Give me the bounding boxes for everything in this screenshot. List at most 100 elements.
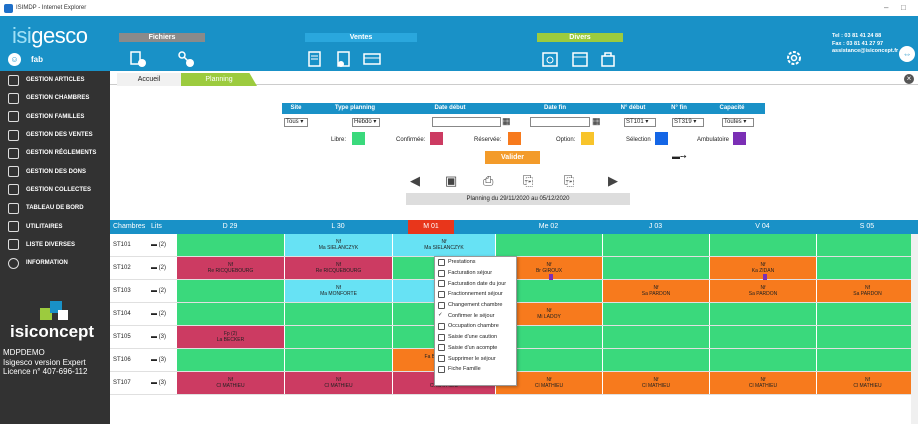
planning-cell[interactable]: [284, 326, 392, 348]
capacite-select[interactable]: Toutes ▾: [722, 118, 754, 127]
close-icon[interactable]: ×: [904, 74, 914, 84]
planning-cell[interactable]: NfCl MATHIEU: [709, 372, 816, 394]
calendar-icon[interactable]: [570, 49, 590, 69]
planning-cell[interactable]: NfCl MATHIEU: [602, 372, 709, 394]
sidebar-item-familles[interactable]: GESTION FAMILLES: [0, 108, 110, 126]
menu-acompte[interactable]: Saisie d'un acompte: [435, 343, 516, 354]
planning-cell[interactable]: [816, 234, 918, 256]
menu-confirmer[interactable]: ✓ Confirmer le séjour: [435, 310, 516, 321]
planning-cell[interactable]: NfCl MATHIEU: [176, 372, 284, 394]
planning-cell[interactable]: [602, 349, 709, 371]
planning-cell[interactable]: [176, 234, 284, 256]
planning-cell[interactable]: [602, 303, 709, 325]
sidebar-item-collectes[interactable]: GESTION COLLECTES: [0, 181, 110, 199]
add-file-icon[interactable]: [128, 49, 148, 69]
planning-cell[interactable]: NfCl MATHIEU: [284, 372, 392, 394]
calendar-clock-icon[interactable]: [540, 49, 560, 69]
date-fin-input[interactable]: [530, 117, 590, 127]
print-icon[interactable]: ⎙: [483, 173, 493, 189]
room-number[interactable]: ST105: [113, 326, 131, 349]
planning-cell[interactable]: Nf Ma SIELANCZYK: [392, 234, 495, 256]
menu-fiche-famille[interactable]: Fiche Famille: [435, 364, 516, 375]
planning-cell[interactable]: [495, 234, 602, 256]
sales-doc-icon[interactable]: [305, 49, 325, 69]
planning-cell[interactable]: [816, 257, 918, 279]
menu-occupation[interactable]: Occupation chambre: [435, 321, 516, 332]
room-number[interactable]: ST104: [113, 303, 131, 326]
planning-cell[interactable]: Nf Sa PARDON: [709, 280, 816, 302]
planning-cell[interactable]: [602, 234, 709, 256]
planning-cell[interactable]: Nf Ma SIELANCZYK: [284, 234, 392, 256]
menu-supprimer[interactable]: Supprimer le séjour: [435, 353, 516, 364]
sidebar-item-articles[interactable]: GESTION ARTICLES: [0, 71, 110, 89]
planning-cell[interactable]: Nf Sa PARDON: [602, 280, 709, 302]
user-badge[interactable]: ☺ fab: [8, 53, 43, 66]
next-week-icon[interactable]: ▶: [608, 173, 618, 189]
grid-scrollbar[interactable]: [911, 234, 918, 424]
planning-cell[interactable]: [816, 303, 918, 325]
menu-facturation-date[interactable]: Facturation date du jour: [435, 278, 516, 289]
sidebar-item-tableau[interactable]: TABLEAU DE BORD: [0, 199, 110, 217]
planning-cell[interactable]: Nf Re RICQUEBOURG: [284, 257, 392, 279]
menu-facturation-sejour[interactable]: Facturation séjour: [435, 268, 516, 279]
planning-cell[interactable]: [176, 303, 284, 325]
date-debut-input[interactable]: [432, 117, 501, 127]
sidebar-item-ventes[interactable]: GESTION DES VENTES: [0, 126, 110, 144]
planning-cell[interactable]: [709, 234, 816, 256]
room-number[interactable]: ST101: [113, 234, 131, 257]
valider-button[interactable]: Valider: [485, 151, 540, 164]
maximize-button[interactable]: □: [901, 3, 906, 12]
planning-cell[interactable]: [709, 303, 816, 325]
planning-cell[interactable]: [602, 257, 709, 279]
planning-cell[interactable]: NfCl MATHIEU: [816, 372, 918, 394]
sidebar-item-listes[interactable]: LISTE DIVERSES: [0, 236, 110, 254]
planning-cell[interactable]: [816, 349, 918, 371]
add-key-icon[interactable]: [176, 49, 196, 69]
tab-accueil[interactable]: Accueil: [117, 73, 181, 86]
teamviewer-icon[interactable]: ⇔: [899, 46, 915, 62]
payment-icon[interactable]: [362, 49, 382, 69]
num-debut-select[interactable]: ST101 ▾: [624, 118, 656, 127]
export-icon[interactable]: ⎘: [523, 173, 533, 189]
type-planning-select[interactable]: Hebdo ▾: [352, 118, 380, 127]
site-select[interactable]: Tous ▾: [284, 118, 308, 127]
planning-cell[interactable]: [176, 280, 284, 302]
minimize-button[interactable]: –: [884, 3, 888, 12]
export-alt-icon[interactable]: ⎘: [564, 173, 574, 189]
sales-list-icon[interactable]: [334, 49, 354, 69]
planning-cell[interactable]: Nf Re RICQUEBOURG: [176, 257, 284, 279]
planning-cell[interactable]: Nf Sa PARDON: [816, 280, 918, 302]
planning-cell[interactable]: [284, 303, 392, 325]
planning-cell[interactable]: [284, 349, 392, 371]
planning-cell[interactable]: [602, 326, 709, 348]
sidebar-item-information[interactable]: INFORMATION: [0, 254, 110, 272]
date-fin-calendar-icon[interactable]: ▦: [592, 116, 601, 127]
sidebar-item-chambres[interactable]: GESTION CHAMBRES: [0, 89, 110, 107]
planning-cell[interactable]: Nf Ma MONFORTE: [284, 280, 392, 302]
previous-week-icon[interactable]: ◀: [410, 173, 420, 189]
num-fin-select[interactable]: ST319 ▾: [672, 118, 704, 127]
planning-cell[interactable]: [709, 326, 816, 348]
calendar-clock-nav-icon[interactable]: ▣: [445, 173, 457, 189]
planning-cell[interactable]: Fp (2) La BECKER: [176, 326, 284, 348]
planning-cell[interactable]: [176, 349, 284, 371]
room-number[interactable]: ST103: [113, 280, 131, 303]
settings-gear-icon[interactable]: [784, 48, 804, 68]
room-number[interactable]: ST107: [113, 372, 131, 395]
contact-email[interactable]: assistance@isiconcept.fr: [832, 48, 898, 56]
shopping-bag-icon[interactable]: [598, 49, 618, 69]
tab-planning[interactable]: Planning: [181, 73, 257, 86]
sidebar-item-dons[interactable]: GESTION DES DONS: [0, 162, 110, 180]
date-debut-calendar-icon[interactable]: ▦: [502, 116, 511, 127]
menu-changement-chambre[interactable]: Changement chambre: [435, 300, 516, 311]
menu-prestations[interactable]: Prestations: [435, 257, 516, 268]
sidebar-item-utilitaires[interactable]: UTILITAIRES: [0, 217, 110, 235]
planning-cell[interactable]: Nf Ka ZIDAN: [709, 257, 816, 281]
menu-caution[interactable]: Saisie d'une caution: [435, 332, 516, 343]
room-number[interactable]: ST102: [113, 257, 131, 280]
sidebar-item-reglements[interactable]: GESTION RÉGLEMENTS: [0, 144, 110, 162]
bed-arrow-icon[interactable]: ▬➙: [672, 152, 687, 161]
planning-cell[interactable]: [816, 326, 918, 348]
planning-cell[interactable]: [709, 349, 816, 371]
room-number[interactable]: ST106: [113, 349, 131, 372]
